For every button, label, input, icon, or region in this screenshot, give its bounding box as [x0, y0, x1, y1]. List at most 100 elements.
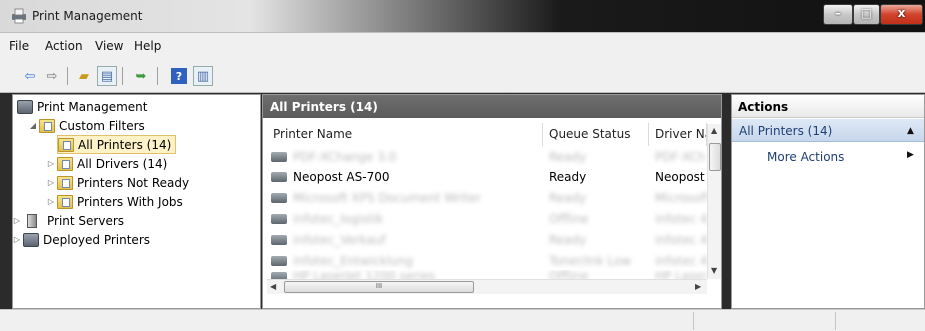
filter-folder-icon — [57, 156, 73, 171]
menu-action[interactable]: Action — [45, 39, 83, 53]
forward-arrow-icon[interactable]: ⇨ — [42, 66, 62, 86]
table-row[interactable]: infotec_logistik Offline infotec 4 — [267, 210, 711, 229]
table-row[interactable]: infotec_Entwicklung Toner/Ink Low infote… — [267, 252, 711, 271]
scroll-right-arrow-icon[interactable]: ▶ — [695, 282, 701, 291]
column-header-printer-name[interactable]: Printer Name — [267, 123, 543, 146]
tree-item-label: Printers Not Ready — [77, 175, 190, 190]
expand-triangle-icon[interactable]: ▷ — [45, 178, 57, 187]
cell-printer-name: infotec_logistik — [293, 212, 384, 226]
title-bar[interactable]: Print Management – □ x — [0, 0, 925, 32]
scroll-up-arrow-icon[interactable]: ▲ — [711, 126, 717, 135]
maximize-icon: □ — [860, 6, 873, 20]
print-management-window: Print Management – □ x File Action View … — [0, 0, 925, 331]
printer-icon — [271, 235, 287, 245]
cell-driver-name: PDF-XCh — [655, 150, 706, 164]
tree-item-print-management[interactable]: Print Management — [17, 97, 147, 116]
cell-driver-name: HP Laser — [655, 270, 707, 279]
tree-item-printers-with-jobs[interactable]: ▷ Printers With Jobs — [45, 192, 183, 211]
toolbar: ⇦ ⇨ ▰ ▤ ➥ ? ▥ — [0, 57, 925, 93]
minimize-button[interactable]: – — [823, 4, 853, 25]
table-row[interactable]: HP LaserJet 1200 series Offline HP Laser — [267, 270, 711, 279]
printer-icon — [271, 172, 287, 182]
tree-item-printers-not-ready[interactable]: ▷ Printers Not Ready — [45, 173, 189, 192]
printer-icon — [271, 193, 287, 203]
cell-queue-status: Ready — [549, 233, 587, 247]
tree-item-label: All Printers (14) — [78, 137, 172, 152]
console-tree: Print Management ◢ Custom Filters All Pr… — [12, 94, 261, 309]
filter-folder-icon — [58, 137, 74, 152]
cell-queue-status: Ready — [549, 150, 587, 164]
cell-queue-status: Ready — [549, 170, 587, 184]
cell-queue-status: Toner/Ink Low — [549, 254, 632, 268]
expand-triangle-icon[interactable]: ▷ — [45, 197, 57, 206]
tree-item-custom-filters[interactable]: ◢ Custom Filters — [27, 116, 145, 135]
tree-item-all-drivers[interactable]: ▷ All Drivers (14) — [45, 154, 167, 173]
cell-printer-name: Neopost AS-700 — [293, 170, 390, 184]
export-list-icon[interactable]: ➥ — [131, 66, 151, 86]
cell-queue-status: Ready — [549, 191, 587, 205]
tree-item-label: Deployed Printers — [43, 232, 151, 247]
list-pane-title: All Printers (14) — [263, 95, 721, 118]
horizontal-scroll-thumb[interactable]: III — [284, 281, 474, 293]
scroll-down-arrow-icon[interactable]: ▼ — [711, 266, 717, 275]
deployed-printer-icon — [23, 232, 39, 247]
tree-item-deployed-printers[interactable]: ▷ Deployed Printers — [11, 230, 150, 249]
window-title: Print Management — [32, 9, 143, 23]
cell-driver-name: infotec 4 — [655, 233, 707, 247]
close-button[interactable]: x — [880, 4, 923, 25]
cell-printer-name: HP LaserJet 1200 series — [293, 270, 436, 279]
help-icon[interactable]: ? — [171, 68, 187, 84]
filter-folder-icon — [57, 194, 73, 209]
table-row[interactable]: Neopost AS-700 Ready Neopost — [267, 168, 711, 187]
vertical-scroll-thumb[interactable] — [709, 143, 721, 171]
vertical-scrollbar[interactable]: ▲ ▼ — [707, 124, 721, 279]
table-row[interactable]: infotec_Verkauf Ready infotec 4 — [267, 231, 711, 250]
table-row[interactable]: PDF-XChange 3.0 Ready PDF-XCh — [267, 148, 711, 167]
collapse-triangle-icon[interactable]: ◢ — [27, 121, 39, 130]
menu-file[interactable]: File — [9, 39, 29, 53]
status-divider — [693, 312, 694, 330]
column-header-driver-name[interactable]: Driver Na — [649, 123, 707, 146]
up-folder-icon[interactable]: ▰ — [74, 66, 94, 86]
status-divider — [835, 312, 836, 330]
more-actions-link[interactable]: More Actions — [767, 150, 844, 164]
cell-queue-status: Offline — [549, 270, 589, 279]
toolbar-separator — [157, 67, 158, 85]
expand-triangle-icon[interactable]: ▷ — [45, 159, 57, 168]
close-icon: x — [897, 6, 906, 20]
actions-group-all-printers[interactable]: All Printers (14) — [732, 119, 924, 142]
print-management-icon — [17, 99, 33, 114]
cell-driver-name: infotec 4 — [655, 254, 707, 268]
tree-item-all-printers[interactable]: All Printers (14) — [57, 135, 177, 154]
column-header-queue-status[interactable]: Queue Status — [543, 123, 649, 146]
tree-item-label: Print Management — [37, 99, 148, 114]
scroll-left-arrow-icon[interactable]: ◀ — [270, 282, 276, 291]
filter-folder-icon — [39, 118, 55, 133]
submenu-arrow-icon[interactable]: ▶ — [907, 150, 914, 160]
tree-item-print-servers[interactable]: ▷ Print Servers — [11, 211, 124, 230]
collapse-up-icon[interactable]: ▲ — [907, 126, 914, 136]
tree-item-label: Print Servers — [47, 213, 125, 228]
menu-view[interactable]: View — [95, 39, 123, 53]
print-management-app-icon — [12, 8, 26, 24]
horizontal-scrollbar[interactable]: ◀ III ▶ — [267, 279, 707, 294]
expand-triangle-icon[interactable]: ▷ — [11, 235, 23, 244]
show-hide-tree-icon[interactable]: ▤ — [97, 66, 117, 86]
menu-help[interactable]: Help — [134, 39, 161, 53]
cell-driver-name: Neopost — [655, 170, 705, 184]
maximize-button[interactable]: □ — [853, 4, 880, 25]
status-bar — [0, 309, 925, 331]
cell-printer-name: infotec_Entwicklung — [293, 254, 413, 268]
print-server-icon — [27, 213, 37, 228]
cell-queue-status: Offline — [549, 212, 589, 226]
printer-icon — [271, 214, 287, 224]
back-arrow-icon[interactable]: ⇦ — [20, 66, 40, 86]
printer-icon — [271, 272, 287, 279]
tree-item-label: Custom Filters — [59, 118, 145, 133]
filter-folder-icon — [57, 175, 73, 190]
minimize-icon: – — [835, 6, 841, 20]
menu-bar: File Action View Help — [0, 32, 925, 57]
show-hide-action-pane-icon[interactable]: ▥ — [193, 66, 213, 86]
expand-triangle-icon[interactable]: ▷ — [11, 216, 23, 225]
table-row[interactable]: Microsoft XPS Document Writer Ready Micr… — [267, 189, 711, 208]
